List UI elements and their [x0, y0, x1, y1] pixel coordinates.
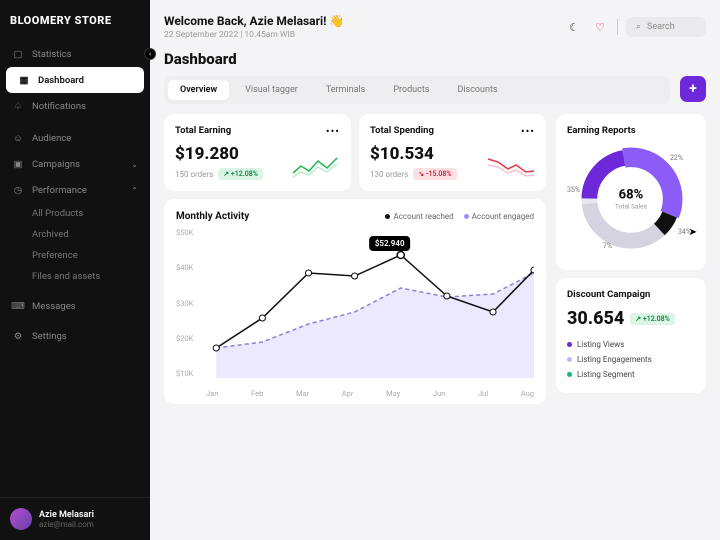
earning-change-badge: ↗ +12.08%: [218, 168, 263, 180]
y-axis: $50K$40K$30K$20K$10K: [176, 228, 193, 378]
header: Welcome Back, Azie Melasari! 👋 22 Septem…: [164, 14, 706, 40]
user-name: Azie Melasari: [39, 510, 94, 520]
sidebar-nav: ▢Statistics ▦Dashboard ♤Notifications ☺A…: [0, 37, 150, 497]
tab-overview[interactable]: Overview: [168, 80, 229, 100]
user-footer[interactable]: Azie Melasari azie@mail.com: [0, 497, 150, 540]
donut-chart: 68% Total Sales 22% 34% 7% 35% ➤: [567, 144, 695, 254]
grid-icon: ▦: [18, 74, 30, 86]
sidebar-item-audience[interactable]: ☺Audience: [0, 125, 150, 151]
add-button[interactable]: +: [680, 76, 706, 102]
tab-visual-tagger[interactable]: Visual tagger: [233, 80, 310, 100]
chart-body: $50K$40K$30K$20K$10K $52.940 JanFebMarAp…: [176, 228, 534, 398]
sidebar-item-notifications[interactable]: ♤Notifications: [0, 93, 150, 119]
gauge-icon: ◷: [12, 184, 24, 196]
sidebar-sub-archived[interactable]: Archived: [0, 224, 150, 245]
spending-sparkline: [486, 153, 536, 181]
tabs: Overview Visual tagger Terminals Product…: [164, 76, 670, 104]
folder-icon: ▣: [12, 158, 24, 170]
welcome-subtitle: 22 September 2022 | 10.45am WIB: [164, 30, 344, 40]
card-label: Total Spending: [370, 125, 535, 136]
sidebar-sub-preference[interactable]: Preference: [0, 245, 150, 266]
discount-change-badge: ↗ +12.08%: [630, 313, 675, 325]
tab-products[interactable]: Products: [381, 80, 441, 100]
chart-title: Monthly Activity: [176, 211, 249, 222]
chart-legend: Account reached Account engaged: [385, 212, 534, 221]
total-spending-card: Total Spending ••• $10.534 130 orders ↘ …: [359, 114, 546, 191]
sidebar-sub-all-products[interactable]: All Products: [0, 203, 150, 224]
chart-tooltip: $52.940: [369, 236, 411, 251]
person-icon: ☺: [12, 132, 24, 144]
welcome-title: Welcome Back, Azie Melasari! 👋: [164, 14, 344, 28]
discount-value: 30.654 ↗ +12.08%: [567, 308, 695, 329]
card-menu-icon[interactable]: •••: [521, 125, 535, 138]
total-earning-card: Total Earning ••• $19.280 150 orders ↗ +…: [164, 114, 351, 191]
chevron-up-icon: ⌃: [131, 186, 138, 195]
cursor-icon: ➤: [689, 227, 697, 238]
search-input[interactable]: ⌕Search: [626, 17, 706, 37]
tab-discounts[interactable]: Discounts: [445, 80, 509, 100]
donut-label: Total Sales: [615, 203, 647, 211]
earning-sparkline: [291, 153, 341, 181]
spending-change-badge: ↘ -15.08%: [413, 168, 456, 180]
card-label: Total Earning: [175, 125, 340, 136]
spending-orders: 130 orders: [370, 170, 408, 179]
collapse-sidebar-button[interactable]: ‹: [144, 48, 156, 60]
search-icon: ⌕: [636, 22, 641, 32]
theme-toggle-icon[interactable]: ☾: [565, 18, 583, 36]
user-email: azie@mail.com: [39, 520, 94, 529]
sidebar-item-dashboard[interactable]: ▦Dashboard: [6, 67, 144, 93]
sidebar-item-performance[interactable]: ◷Performance⌃: [0, 177, 150, 203]
avatar: [10, 508, 32, 530]
notifications-icon[interactable]: ♡: [591, 18, 609, 36]
tab-terminals[interactable]: Terminals: [314, 80, 378, 100]
gear-icon: ⚙: [12, 330, 24, 342]
sidebar-item-campaigns[interactable]: ▣Campaigns⌄: [0, 151, 150, 177]
sidebar-item-settings[interactable]: ⚙Settings: [0, 323, 150, 349]
earning-orders: 150 orders: [175, 170, 213, 179]
sidebar-sub-files[interactable]: Files and assets: [0, 266, 150, 287]
brand-logo: BLOOMERY STORE: [0, 0, 150, 37]
main-area: Welcome Back, Azie Melasari! 👋 22 Septem…: [150, 0, 720, 540]
bell-icon: ♤: [12, 100, 24, 112]
earning-reports-card: Earning Reports 68% Total Sales 22% 34: [556, 114, 706, 270]
divider: [617, 19, 618, 35]
card-menu-icon[interactable]: •••: [326, 125, 340, 138]
discount-campaign-card: Discount Campaign 30.654 ↗ +12.08% Listi…: [556, 278, 706, 393]
discount-legend: Listing Views Listing Engagements Listin…: [567, 337, 695, 382]
sidebar-item-messages[interactable]: ⌨Messages: [0, 293, 150, 319]
page-title: Dashboard: [164, 50, 706, 68]
chevron-down-icon: ⌄: [131, 160, 138, 169]
chat-icon: ⌨: [12, 300, 24, 312]
card-label: Discount Campaign: [567, 289, 695, 300]
card-label: Earning Reports: [567, 125, 695, 136]
sidebar: BLOOMERY STORE ‹ ▢Statistics ▦Dashboard …: [0, 0, 150, 540]
sidebar-item-statistics[interactable]: ▢Statistics: [0, 41, 150, 67]
x-axis: JanFebMarAprMayJunJulAug: [206, 389, 534, 398]
monthly-activity-card: Monthly Activity Account reached Account…: [164, 199, 546, 404]
stats-icon: ▢: [12, 48, 24, 60]
donut-percent: 68%: [615, 188, 647, 203]
